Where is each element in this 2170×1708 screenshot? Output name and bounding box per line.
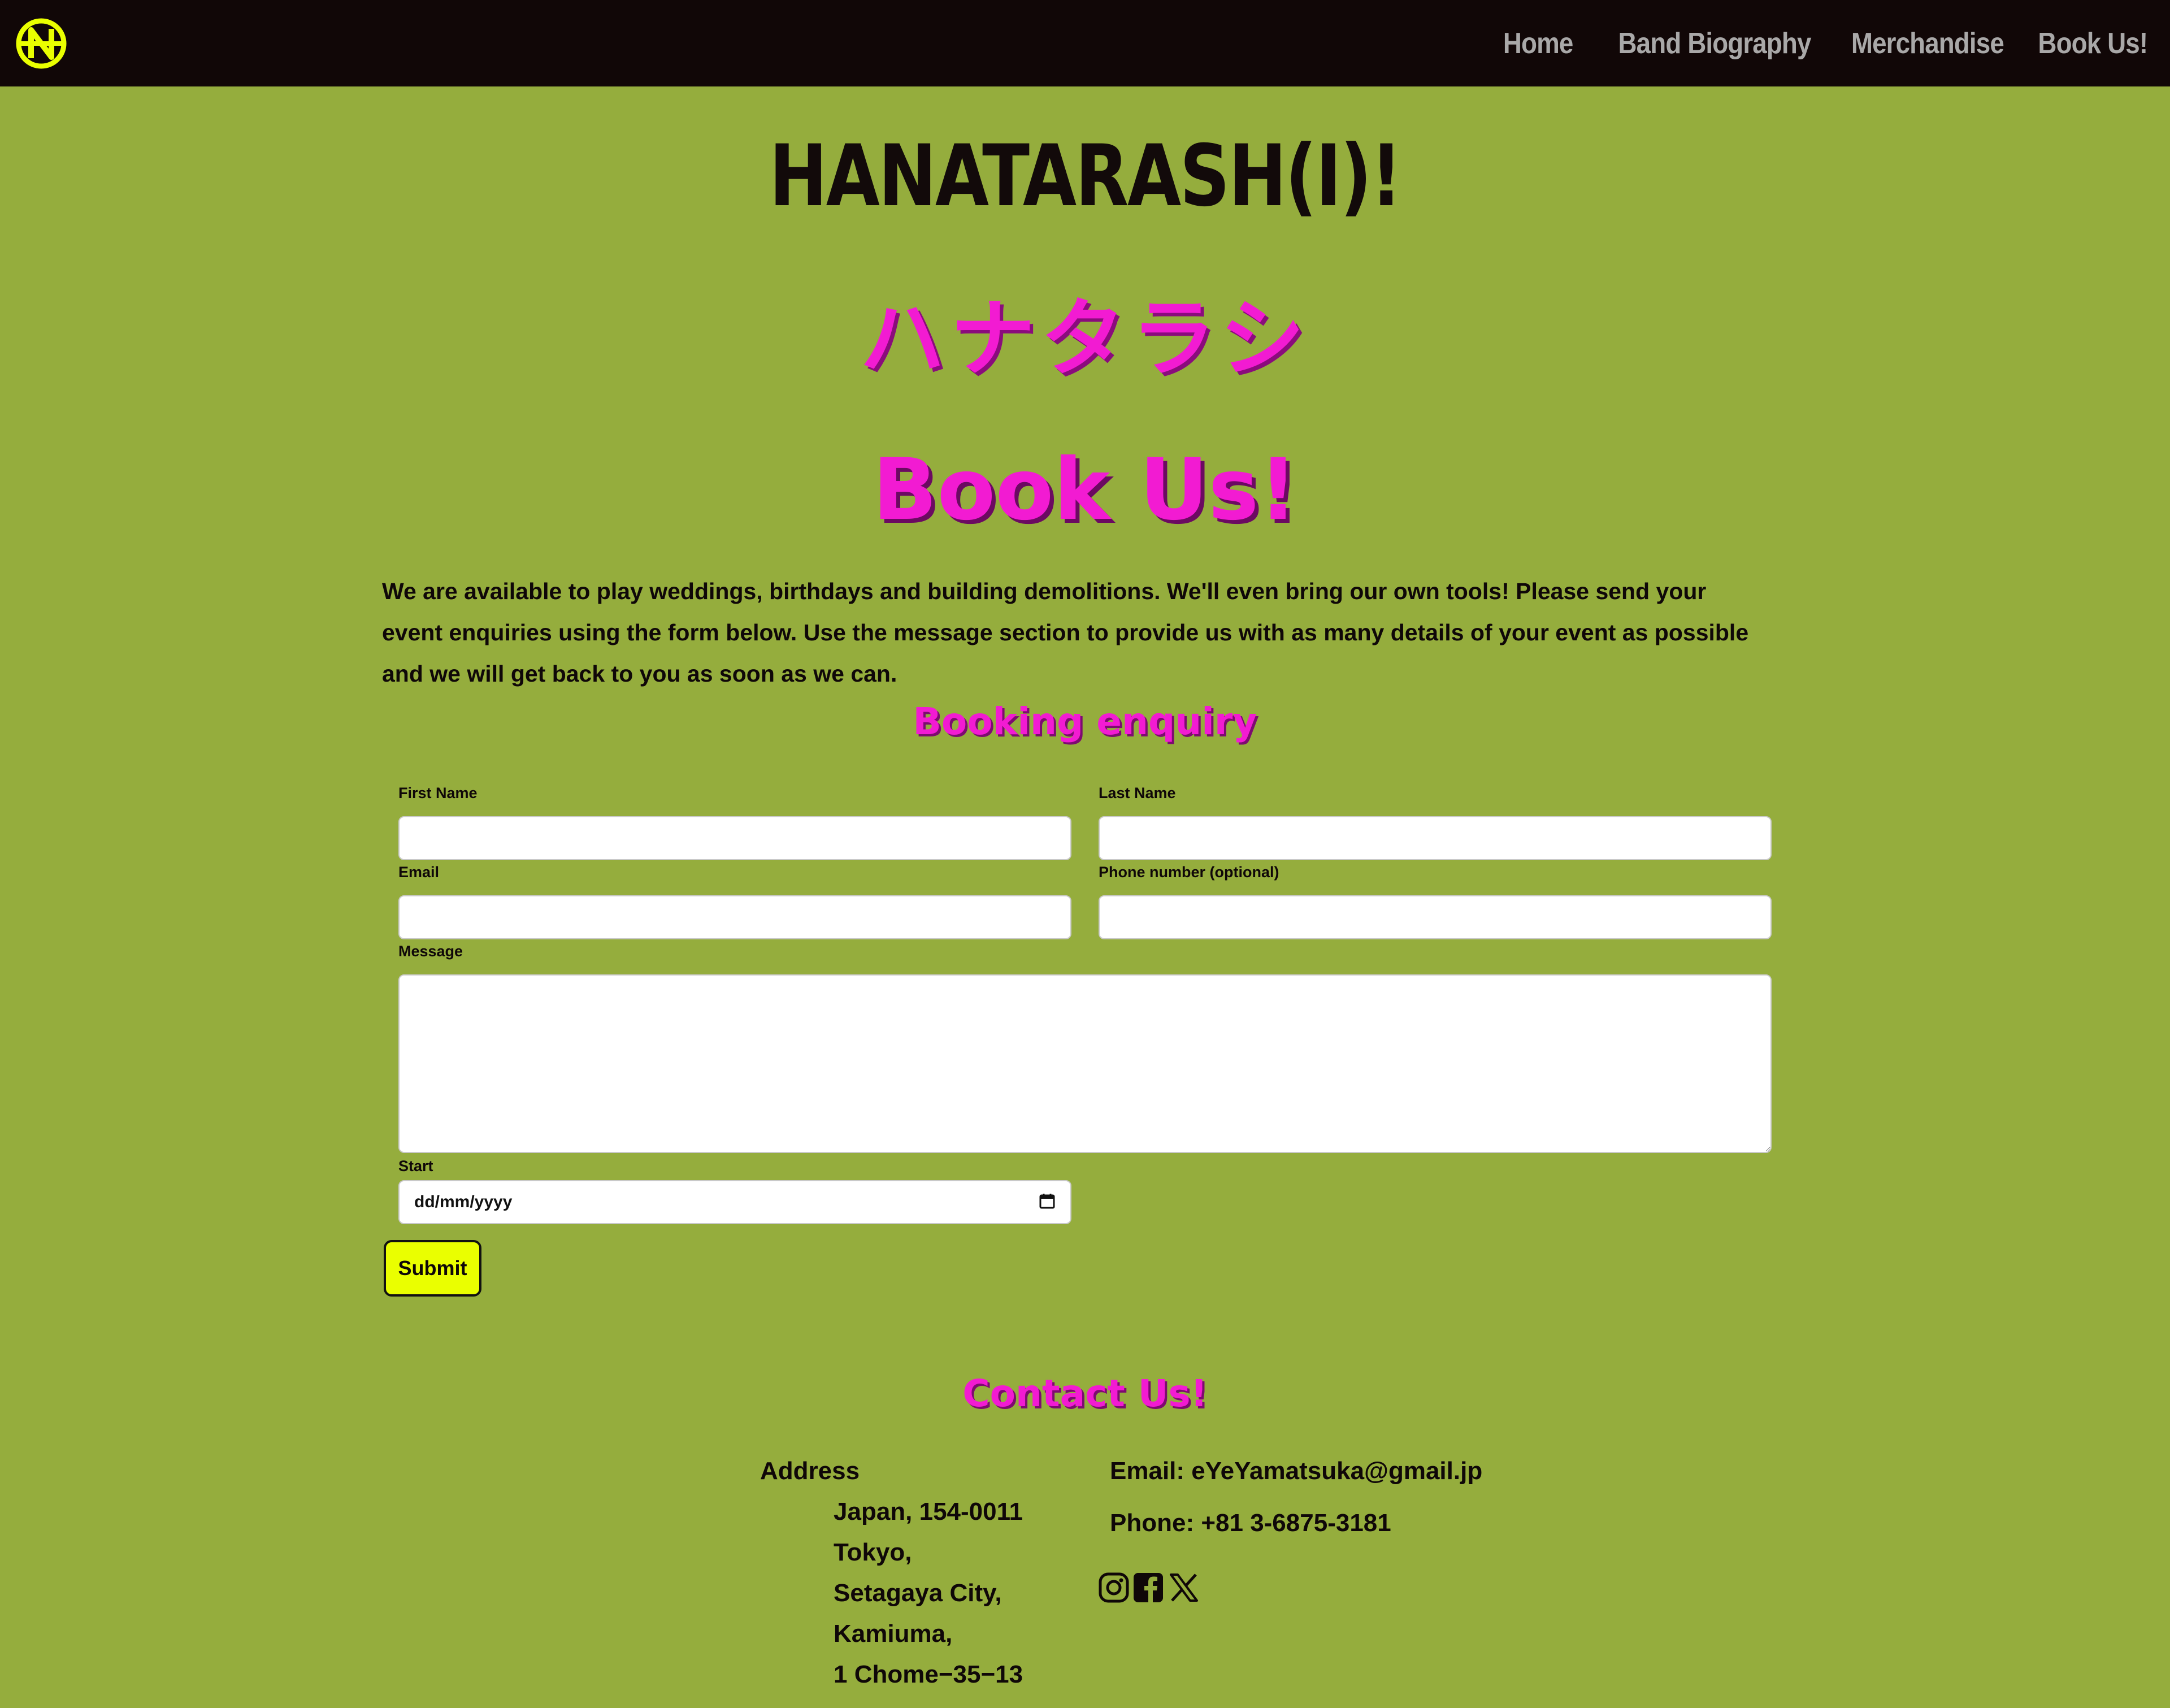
instagram-icon[interactable] — [1097, 1571, 1130, 1604]
nav-link-band-biography[interactable]: Band Biography — [1618, 27, 1812, 60]
band-title: HANATARASH(I)! — [769, 127, 1402, 226]
facebook-icon[interactable] — [1132, 1571, 1165, 1604]
nav-link-home[interactable]: Home — [1503, 27, 1574, 60]
first-name-label: First Name — [398, 784, 478, 801]
message-textarea[interactable] — [398, 974, 1772, 1153]
contact-heading: Contact Us! — [962, 1372, 1208, 1415]
start-date-label: Start — [398, 1158, 433, 1174]
message-label: Message — [398, 943, 463, 960]
intro-paragraph: We are available to play weddings, birth… — [382, 578, 1749, 687]
phone-label: Phone number (optional) — [1099, 864, 1279, 881]
address-line: Kamiuma, — [834, 1620, 953, 1648]
address-label: Address — [760, 1457, 860, 1485]
address-line: Japan, 154-0011 — [834, 1498, 1023, 1525]
email-label: Email — [398, 864, 440, 881]
nav-link-merchandise[interactable]: Merchandise — [1851, 27, 2004, 60]
booking-form-heading: Booking enquiry — [913, 700, 1257, 743]
address-line: Tokyo, — [834, 1538, 912, 1566]
page-heading: Book Us! — [873, 441, 1297, 539]
address-line: 1 Chome−35−13 — [834, 1661, 1023, 1688]
start-date-placeholder: dd/mm/yyyy — [414, 1193, 513, 1211]
contact-phone[interactable]: Phone: +81 3-6875-3181 — [1110, 1509, 1391, 1537]
nav-links: Home Band Biography Merchandise Book Us! — [1494, 0, 2148, 86]
first-name-input[interactable] — [398, 816, 1071, 860]
start-date-input[interactable]: dd/mm/yyyy — [398, 1180, 1071, 1224]
nav-link-book-us[interactable]: Book Us! — [2038, 27, 2148, 60]
address-line: Setagaya City, — [834, 1579, 1002, 1607]
submit-button[interactable]: Submit — [384, 1240, 481, 1297]
last-name-label: Last Name — [1099, 784, 1176, 801]
phone-input[interactable] — [1099, 895, 1772, 939]
band-title-japanese: ハナタラシ — [860, 290, 1310, 388]
navbar: Home Band Biography Merchandise Book Us! — [0, 0, 2170, 86]
calendar-icon[interactable] — [1039, 1193, 1056, 1212]
contact-email[interactable]: Email: eYeYamatsuka@gmail.jp — [1110, 1457, 1482, 1485]
last-name-input[interactable] — [1099, 816, 1772, 860]
x-icon[interactable] — [1168, 1571, 1200, 1604]
email-input[interactable] — [398, 895, 1071, 939]
band-logo-icon[interactable] — [15, 18, 67, 70]
